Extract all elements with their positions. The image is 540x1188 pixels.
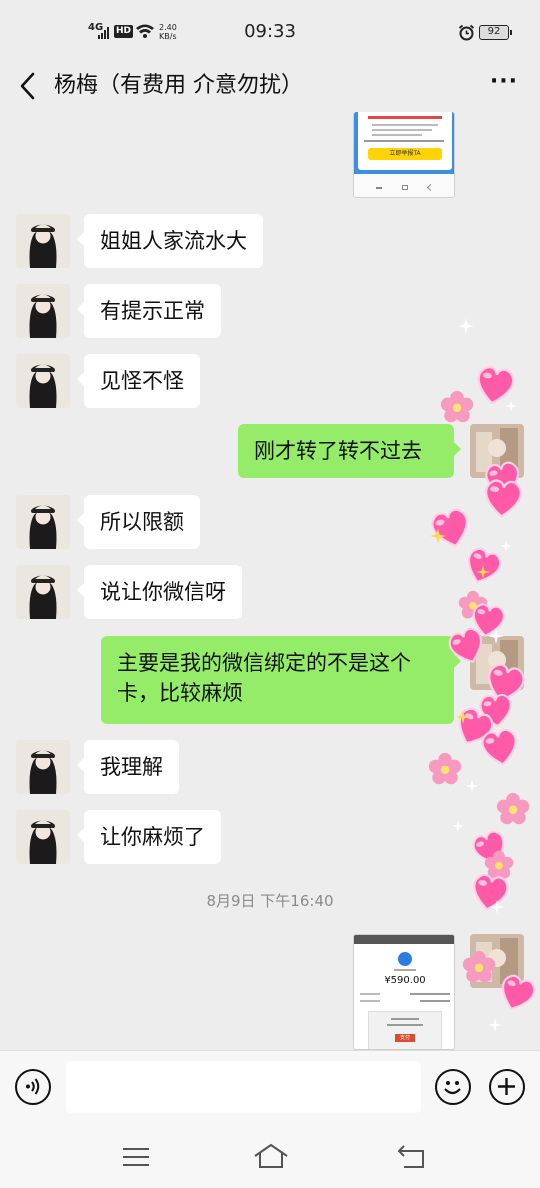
system-nav-bar	[0, 1128, 540, 1188]
sparkle-icon	[488, 628, 504, 644]
sparkle-icon	[500, 540, 512, 552]
flower-icon	[462, 950, 496, 983]
sent-message[interactable]: 刚才转了转不过去	[238, 424, 461, 478]
image-message-bottom[interactable]: ¥590.00 支付	[353, 934, 455, 1050]
chat-title: 杨梅（有费用 介意勿扰）	[54, 73, 303, 98]
more-dots-icon[interactable]: ···	[490, 70, 518, 94]
pay-button: 支付	[395, 1034, 415, 1042]
avatar[interactable]	[16, 495, 70, 549]
avatar[interactable]	[16, 214, 70, 268]
received-message[interactable]: 姐姐人家流水大	[77, 214, 263, 268]
chat-header: 杨梅（有费用 介意勿扰） ···	[0, 62, 540, 112]
received-message[interactable]: 有提示正常	[77, 284, 221, 338]
payment-amount: ¥590.00	[384, 975, 426, 986]
status-bar: 4G HD 2.40 KB/s 09:33 92	[0, 0, 540, 62]
return-icon[interactable]	[396, 1144, 426, 1174]
emoji-icon[interactable]	[435, 1069, 471, 1105]
flower-icon	[440, 390, 474, 423]
heart-icon	[484, 479, 522, 518]
sparkle-icon	[458, 318, 474, 334]
battery-indicator: 92	[479, 25, 512, 40]
sparkle-icon	[466, 780, 478, 792]
home-icon[interactable]	[253, 1142, 289, 1174]
image-message-top[interactable]: 立即举报TA	[353, 112, 455, 198]
timestamp: 8月9日 下午16:40	[206, 892, 334, 910]
input-bar	[0, 1050, 540, 1128]
sparkle-icon	[488, 1018, 502, 1032]
menu-icon[interactable]	[122, 1146, 150, 1172]
received-message[interactable]: 说让你微信呀	[77, 565, 242, 619]
received-message[interactable]: 让你麻烦了	[77, 810, 221, 864]
flower-icon	[496, 792, 530, 825]
star-icon	[476, 565, 490, 579]
star-icon	[430, 528, 446, 544]
sparkle-icon	[505, 400, 517, 412]
chevron-left-icon[interactable]	[14, 68, 44, 104]
flower-icon	[428, 752, 462, 785]
avatar[interactable]	[16, 740, 70, 794]
sparkle-icon	[490, 900, 504, 914]
alarm-icon	[458, 24, 475, 45]
received-message[interactable]: 见怪不怪	[77, 354, 200, 408]
report-button: 立即举报TA	[368, 148, 442, 160]
avatar[interactable]	[16, 284, 70, 338]
sparkle-icon	[452, 820, 464, 832]
received-message[interactable]: 所以限额	[77, 495, 200, 549]
message-input[interactable]	[66, 1061, 421, 1113]
avatar[interactable]	[16, 810, 70, 864]
avatar[interactable]	[16, 354, 70, 408]
star-icon	[456, 710, 470, 724]
heart-icon	[481, 728, 517, 766]
voice-icon[interactable]	[15, 1069, 51, 1105]
avatar[interactable]	[16, 565, 70, 619]
sent-message[interactable]: 主要是我的微信绑定的不是这个卡，比较麻烦	[101, 636, 461, 724]
plus-icon[interactable]	[489, 1069, 525, 1105]
received-message[interactable]: 我理解	[77, 740, 179, 794]
